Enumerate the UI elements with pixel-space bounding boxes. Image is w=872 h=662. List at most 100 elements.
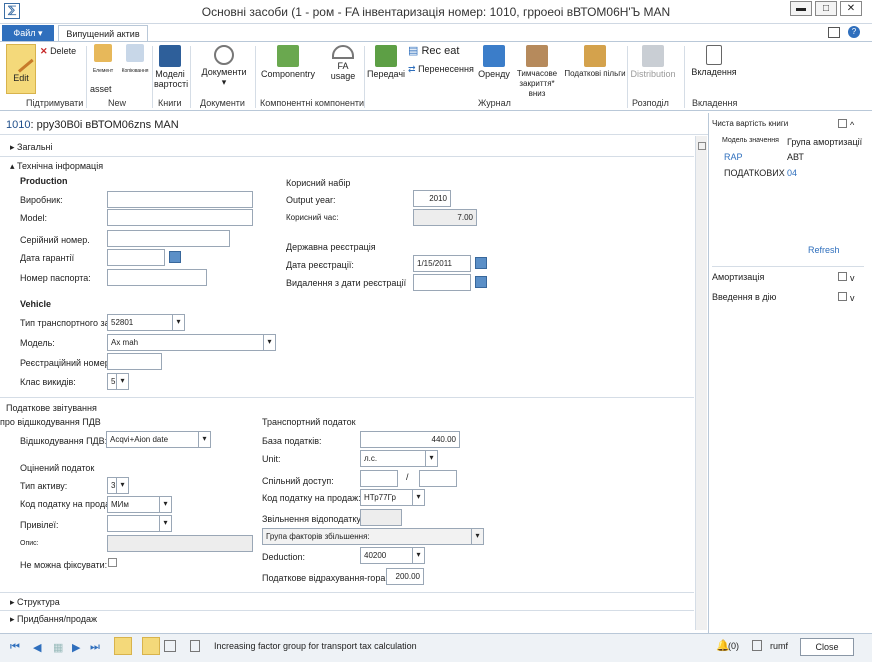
calendar-icon[interactable]: [169, 251, 181, 263]
value-models-button[interactable]: Моделі вартості: [154, 45, 188, 89]
vehicle-model-select[interactable]: Ax mah ▾: [107, 334, 276, 351]
tab-released-asset[interactable]: Випущений актив: [58, 25, 148, 42]
transfers-button[interactable]: Передачі: [366, 45, 406, 79]
gauge-icon: [332, 45, 354, 59]
edit-mode-icon[interactable]: [114, 637, 132, 655]
commissioning-pane[interactable]: Введення в дію: [712, 292, 776, 302]
attachments-button[interactable]: Вкладення: [690, 45, 738, 77]
factbox-controls[interactable]: v: [838, 292, 862, 303]
chevron-down-icon[interactable]: ▾: [425, 451, 437, 466]
passport-input[interactable]: [107, 269, 207, 286]
previous-record-icon[interactable]: ◀: [33, 641, 41, 654]
transport-tax-code-select[interactable]: НТр77Гр ▾: [360, 489, 425, 506]
registration-date-input[interactable]: 1/15/2011: [413, 255, 471, 272]
tax-base-input[interactable]: 440.00: [360, 431, 460, 448]
section-structure[interactable]: ▸ Структура: [10, 597, 60, 608]
help-icon[interactable]: ?: [848, 26, 860, 38]
pin-icon[interactable]: [838, 119, 847, 128]
chevron-down-icon[interactable]: ▾: [159, 497, 171, 512]
edit-button[interactable]: Edit: [6, 44, 36, 94]
delete-button[interactable]: ✕ Delete: [40, 46, 76, 56]
pin-icon[interactable]: [838, 272, 847, 281]
section-acquisition[interactable]: ▸ Придбання/продаж: [10, 614, 97, 625]
asset-type-select[interactable]: 3 ▾: [107, 477, 129, 494]
grid-icon[interactable]: ▦: [53, 641, 63, 654]
cannot-fix-checkbox[interactable]: [108, 558, 117, 567]
maximize-button[interactable]: □: [815, 1, 837, 16]
reg-number-input[interactable]: [107, 353, 162, 370]
expand-icon[interactable]: v: [850, 293, 859, 303]
document-icon[interactable]: [190, 640, 200, 652]
fb-model-tax[interactable]: ПОДАТКОВИХ: [724, 168, 785, 178]
file-tab[interactable]: Файл ▾: [2, 25, 54, 41]
new-element-button[interactable]: Елемент: [88, 44, 118, 76]
close-button[interactable]: Close: [800, 638, 854, 656]
first-record-icon[interactable]: ⏮: [10, 641, 20, 654]
transfer-button[interactable]: ⇄ Перенесення: [408, 64, 474, 74]
chevron-down-icon[interactable]: ▾: [159, 516, 171, 531]
temporary-close-button[interactable]: Тимчасове закриття* вниз: [510, 45, 564, 99]
last-record-icon[interactable]: ⏭: [90, 641, 100, 654]
vat-refund-label: Відшкодування ПДВ:: [20, 436, 108, 446]
factbox-controls[interactable]: v: [838, 272, 862, 283]
fa-usage-button[interactable]: FA usage: [326, 45, 360, 81]
shared-numerator-input[interactable]: [360, 470, 398, 487]
grid-view-icon[interactable]: [164, 640, 176, 652]
close-window-button[interactable]: ✕: [840, 1, 862, 16]
pin-icon[interactable]: [838, 292, 847, 301]
tax-credit-input[interactable]: 200.00: [386, 568, 424, 585]
expand-icon[interactable]: v: [850, 273, 859, 283]
fb-model-rap[interactable]: RAP: [724, 152, 743, 162]
calendar-icon[interactable]: [475, 276, 487, 288]
chevron-down-icon[interactable]: ▾: [172, 315, 184, 330]
company-icon[interactable]: [752, 640, 762, 651]
form-view-icon[interactable]: [142, 637, 160, 655]
attachments-label: Вкладення: [691, 67, 737, 77]
shared-denominator-input[interactable]: [419, 470, 457, 487]
removal-date-input[interactable]: [413, 274, 471, 291]
chevron-down-icon[interactable]: ▾: [471, 529, 483, 544]
minimize-button[interactable]: ▬: [790, 1, 812, 16]
sales-tax-code-select[interactable]: МИм ▾: [107, 496, 172, 513]
privilege-select[interactable]: ▾: [107, 515, 172, 532]
scroll-up-icon[interactable]: [697, 142, 706, 150]
collapse-icon[interactable]: ^: [850, 120, 859, 130]
emission-class-select[interactable]: 5 ▾: [107, 373, 129, 390]
manufacturer-input[interactable]: [107, 191, 253, 208]
chevron-down-icon[interactable]: ▾: [263, 335, 275, 350]
factbox-controls[interactable]: ^: [838, 119, 862, 130]
documents-button[interactable]: Документи ▾: [196, 45, 252, 87]
vehicle-model-value: Ax mah: [111, 338, 139, 347]
layout-icon[interactable]: [828, 27, 840, 38]
tax-benefits-button[interactable]: Податкові пільги: [564, 45, 626, 79]
serial-input[interactable]: [107, 230, 230, 247]
output-year-label: Output year:: [286, 195, 336, 205]
next-record-icon[interactable]: ▶: [72, 641, 80, 654]
distribution-button[interactable]: Distribution: [630, 45, 676, 79]
rec-eat-button[interactable]: ▤ Rec eat: [408, 46, 459, 57]
vat-refund-select[interactable]: Acqvi+Aion date ▾: [106, 431, 211, 448]
refresh-link[interactable]: Refresh: [808, 245, 840, 255]
emission-class-value: 5: [111, 377, 116, 386]
scrollbar[interactable]: [695, 136, 707, 630]
leases-button[interactable]: Оренду: [476, 45, 512, 79]
calendar-icon[interactable]: [475, 257, 487, 269]
componentry-button[interactable]: Componentry: [258, 45, 318, 79]
divider: [86, 46, 87, 108]
depreciation-pane[interactable]: Амортизація: [712, 272, 764, 282]
chevron-down-icon[interactable]: ▾: [116, 478, 128, 493]
chevron-down-icon[interactable]: ▾: [412, 548, 424, 563]
chevron-down-icon[interactable]: ▾: [116, 374, 128, 389]
warranty-date-input[interactable]: [107, 249, 165, 266]
unit-select[interactable]: л.с. ▾: [360, 450, 438, 467]
chevron-down-icon[interactable]: ▾: [198, 432, 210, 447]
factor-group-select[interactable]: Група факторів збільшення: ▾: [262, 528, 484, 545]
section-general[interactable]: ▸ Загальні: [10, 142, 52, 153]
section-technical[interactable]: ▴ Технічна інформація: [10, 161, 103, 172]
output-year-input[interactable]: 2010: [413, 190, 451, 207]
chevron-down-icon[interactable]: ▾: [412, 490, 424, 505]
vehicle-type-select[interactable]: 52801 ▾: [107, 314, 185, 331]
model-input[interactable]: [107, 209, 253, 226]
deduction-select[interactable]: 40200 ▾: [360, 547, 425, 564]
copy-button[interactable]: Копіювання: [118, 44, 152, 76]
